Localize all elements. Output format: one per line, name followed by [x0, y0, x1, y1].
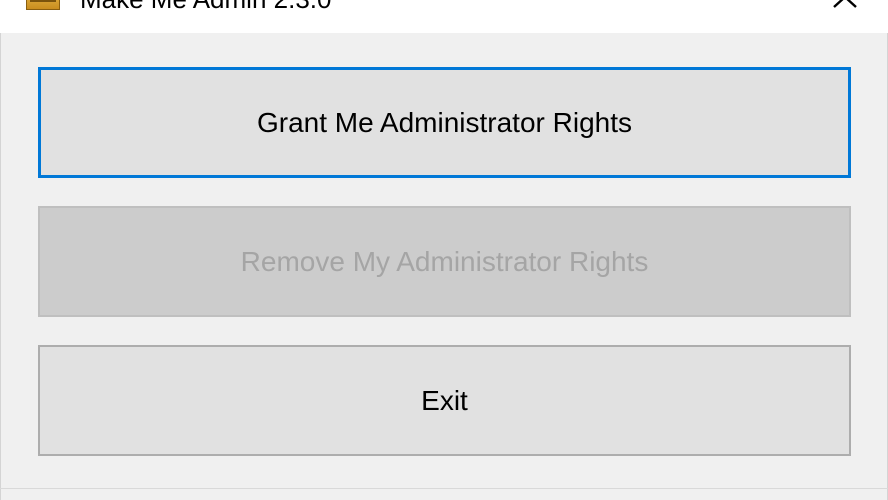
window-title: Make Me Admin 2.3.0: [80, 0, 331, 12]
exit-button[interactable]: Exit: [38, 345, 851, 456]
title-bar[interactable]: Make Me Admin 2.3.0: [0, 0, 888, 33]
window-bottom-divider: [0, 488, 888, 489]
exit-label: Exit: [421, 384, 468, 416]
close-icon[interactable]: [826, 0, 866, 10]
remove-admin-rights-button: Remove My Administrator Rights: [38, 206, 851, 317]
grant-admin-rights-button[interactable]: Grant Me Administrator Rights: [38, 67, 851, 178]
app-icon: [26, 0, 60, 10]
remove-admin-rights-label: Remove My Administrator Rights: [240, 245, 649, 277]
grant-admin-rights-label: Grant Me Administrator Rights: [256, 106, 633, 138]
